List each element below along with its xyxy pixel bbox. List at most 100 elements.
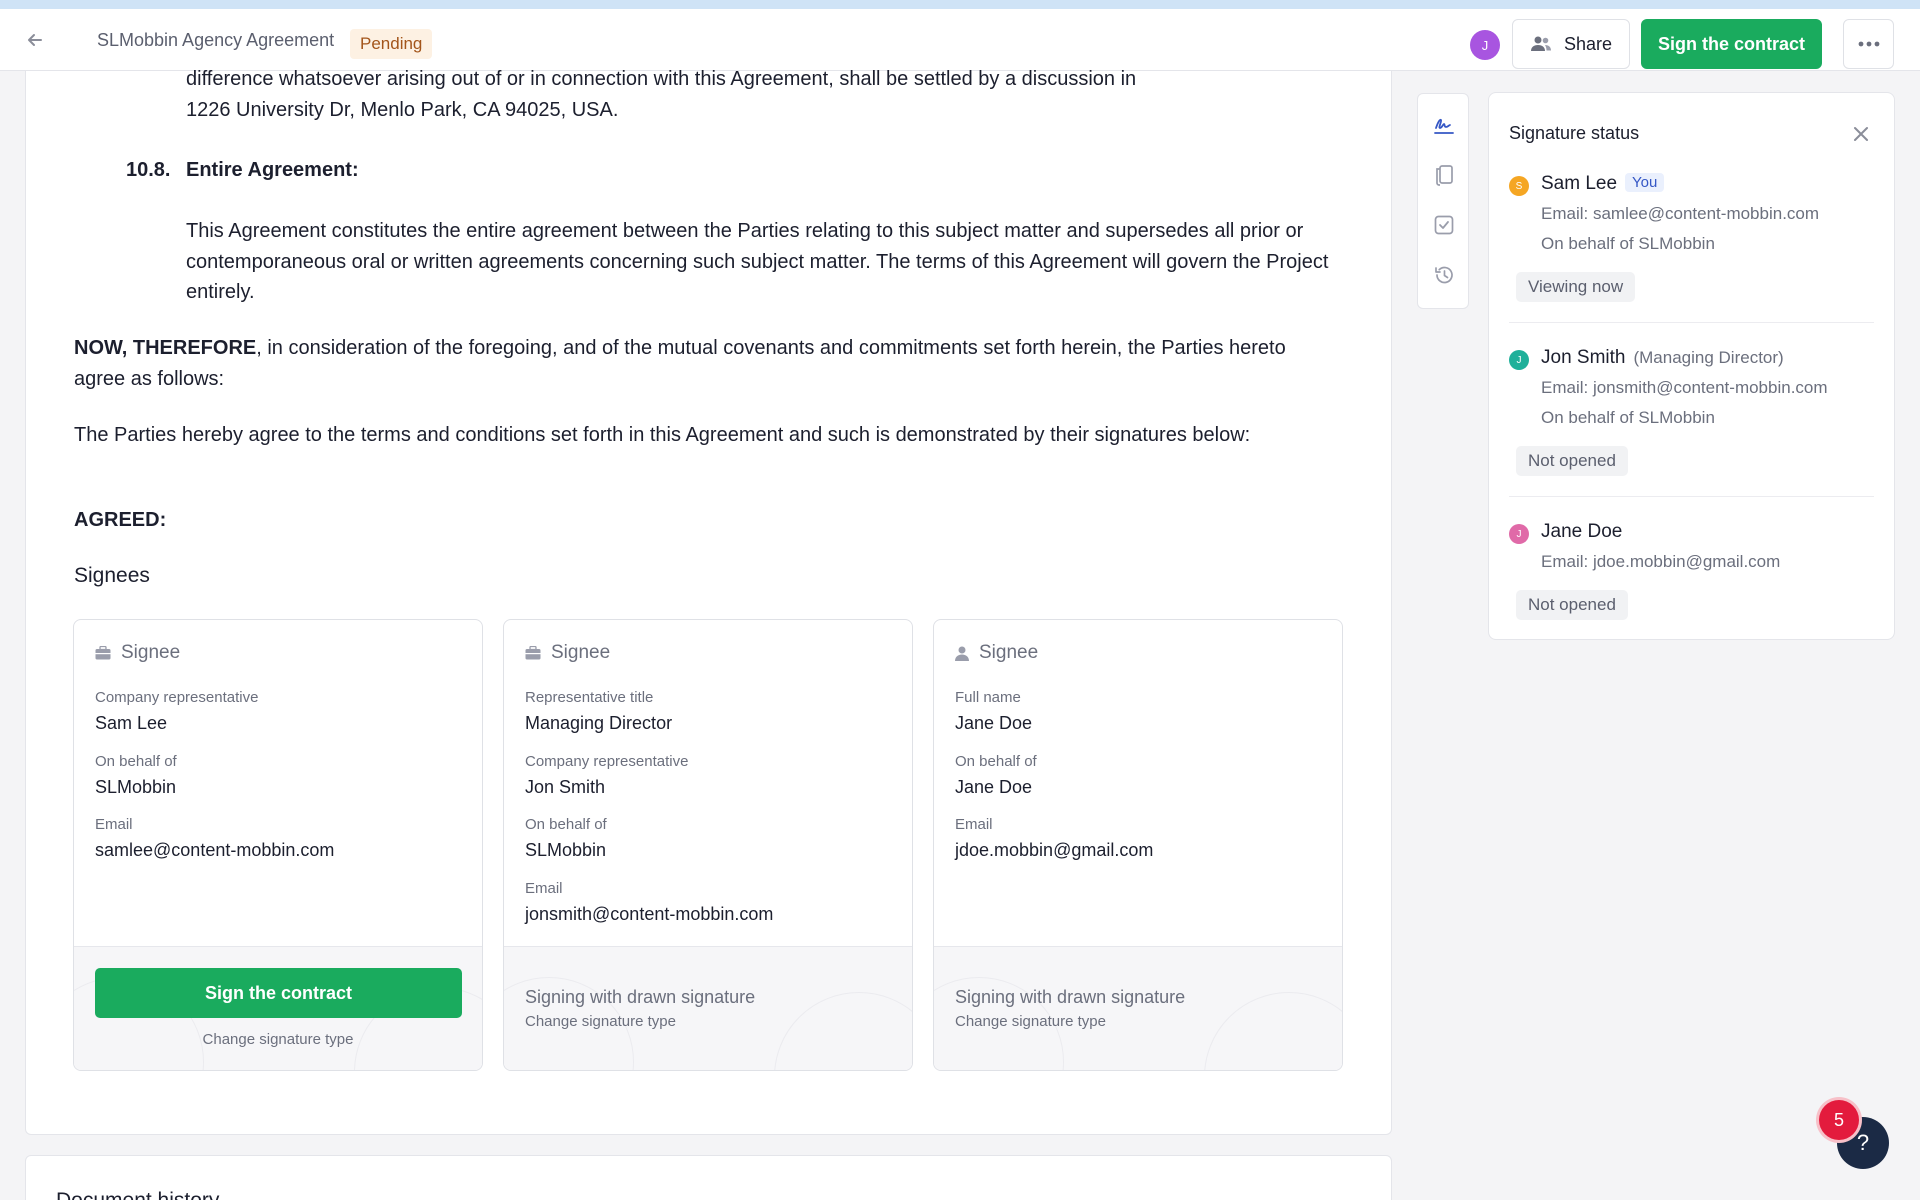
entire-agreement-line-1: This Agreement constitutes the entire ag…	[186, 220, 1304, 242]
signee-card-label: Signee	[551, 642, 611, 663]
now-therefore-line-1: NOW, THEREFORE, in consideration of the …	[74, 333, 1286, 364]
back-button[interactable]	[20, 25, 50, 55]
signature-method: Signing with drawn signature	[525, 987, 756, 1007]
field-value: Jon Smith	[525, 777, 606, 797]
pages-rail-button[interactable]	[1431, 162, 1457, 188]
person-behalf: On behalf of SLMobbin	[1541, 234, 1715, 253]
person-role: (Managing Director)	[1633, 348, 1784, 367]
field-value: Sam Lee	[95, 713, 168, 733]
person-name-row: Sam Lee You	[1541, 173, 1665, 195]
section-title: Entire Agreement:	[186, 159, 359, 181]
section-number: 10.8.	[126, 159, 171, 181]
change-signature-type-link[interactable]: Change signature type	[525, 1013, 676, 1030]
side-rail	[1417, 93, 1469, 309]
change-signature-type-link[interactable]: Change signature type	[74, 1031, 482, 1048]
top-accent-strip	[0, 0, 1920, 9]
briefcase-icon	[525, 646, 541, 660]
paragraph-dispute-line-2: 1226 University Dr, Menlo Park, CA 94025…	[186, 99, 619, 121]
field-label: Full name	[955, 689, 1021, 706]
signee-card-footer: Signing with drawn signature Change sign…	[934, 946, 1342, 1070]
top-bar: SLMobbin Agency Agreement Pending J Shar…	[0, 9, 1920, 71]
person-name-row: Jane Doe	[1541, 521, 1622, 543]
field-label: On behalf of	[955, 753, 1037, 770]
panel-title: Signature status	[1509, 123, 1640, 143]
signee-card-footer: Sign the contract Change signature type	[74, 946, 482, 1070]
document-history-section: Document history	[25, 1155, 1392, 1200]
field-value: samlee@content-mobbin.com	[95, 840, 335, 860]
signee-card-label: Signee	[979, 642, 1039, 663]
avatar[interactable]: J	[1470, 30, 1500, 60]
document-title: SLMobbin Agency Agreement	[97, 30, 335, 50]
now-therefore-rest: , in consideration of the foregoing, and…	[256, 337, 1286, 359]
hereby-paragraph: The Parties hereby agree to the terms an…	[74, 424, 1251, 446]
card-sign-contract-button[interactable]: Sign the contract	[95, 968, 462, 1018]
users-icon	[1530, 36, 1551, 51]
status-chip: Not opened	[1516, 446, 1628, 476]
checkbox-icon	[1434, 215, 1454, 235]
decorative-ring	[774, 992, 912, 1070]
signee-card-sam-lee: Signee Company representative Sam Lee On…	[73, 619, 483, 1071]
next-section-title: Document history	[56, 1186, 219, 1200]
entire-agreement-line-3: entirely.	[186, 281, 255, 303]
person-email: Email: jdoe.mobbin@gmail.com	[1541, 552, 1781, 571]
field-label: Email	[525, 880, 563, 897]
decorative-ring	[1204, 992, 1342, 1070]
person-name: Jane Doe	[1541, 521, 1623, 542]
sign-contract-button[interactable]: Sign the contract	[1641, 19, 1822, 69]
entire-agreement-line-2: contemporaneous oral or written agreemen…	[186, 251, 1329, 273]
person-icon	[955, 646, 969, 661]
person-avatar: S	[1509, 176, 1529, 196]
dots-horizontal-icon	[1858, 41, 1879, 47]
field-label: Email	[95, 816, 133, 833]
signees-heading: Signees	[74, 564, 150, 587]
now-therefore-line-2: agree as follows:	[74, 368, 225, 390]
field-value: Managing Director	[525, 713, 673, 733]
briefcase-icon	[95, 646, 111, 660]
person-behalf: On behalf of SLMobbin	[1541, 408, 1715, 427]
more-options-button[interactable]	[1843, 19, 1894, 69]
history-rail-button[interactable]	[1431, 262, 1457, 288]
share-button[interactable]: Share	[1512, 19, 1630, 69]
field-label: Company representative	[95, 689, 259, 706]
person-email: Email: jonsmith@content-mobbin.com	[1541, 378, 1828, 397]
field-value: jonsmith@content-mobbin.com	[525, 904, 774, 924]
person-email: Email: samlee@content-mobbin.com	[1541, 204, 1820, 223]
divider	[1509, 496, 1874, 497]
signee-card-head: Signee	[525, 642, 610, 664]
notification-count-badge[interactable]: 5	[1819, 1100, 1859, 1140]
field-value: jdoe.mobbin@gmail.com	[955, 840, 1154, 860]
you-badge: You	[1625, 173, 1665, 192]
field-label: Email	[955, 816, 993, 833]
person-name-row: Jon Smith (Managing Director)	[1541, 347, 1784, 369]
pages-icon	[1436, 165, 1453, 186]
signature-status-panel: Signature status S Sam Lee You Email: sam…	[1488, 92, 1895, 640]
arrow-left-icon	[28, 34, 42, 46]
signature-rail-button[interactable]	[1431, 112, 1457, 138]
person-name: Jon Smith	[1541, 347, 1626, 368]
signature-icon	[1434, 118, 1454, 134]
close-panel-button[interactable]	[1848, 121, 1874, 147]
signee-card-head: Signee	[955, 642, 1038, 664]
status-chip: Not opened	[1516, 590, 1628, 620]
field-label: On behalf of	[95, 753, 177, 770]
signee-card-head: Signee	[95, 642, 180, 664]
field-value: Jane Doe	[955, 713, 1033, 733]
person-avatar: J	[1509, 350, 1529, 370]
share-label: Share	[1563, 33, 1613, 54]
now-therefore-bold: NOW, THEREFORE	[74, 337, 257, 359]
status-badge: Pending	[350, 29, 433, 59]
signee-card-footer: Signing with drawn signature Change sign…	[504, 946, 912, 1070]
field-label: Company representative	[525, 753, 689, 770]
field-label: On behalf of	[525, 816, 607, 833]
agreed-heading: AGREED:	[74, 509, 167, 531]
signee-card-jane-doe: Signee Full name Jane Doe On behalf of J…	[933, 619, 1343, 1071]
signee-card-label: Signee	[121, 642, 181, 663]
field-label: Representative title	[525, 689, 654, 706]
field-value: Jane Doe	[955, 777, 1033, 797]
status-chip: Viewing now	[1516, 272, 1636, 302]
checklist-rail-button[interactable]	[1431, 212, 1457, 238]
signee-card-jon-smith: Signee Representative title Managing Dir…	[503, 619, 913, 1071]
person-name: Sam Lee	[1541, 173, 1618, 194]
change-signature-type-link[interactable]: Change signature type	[955, 1013, 1106, 1030]
field-value: SLMobbin	[95, 777, 177, 797]
